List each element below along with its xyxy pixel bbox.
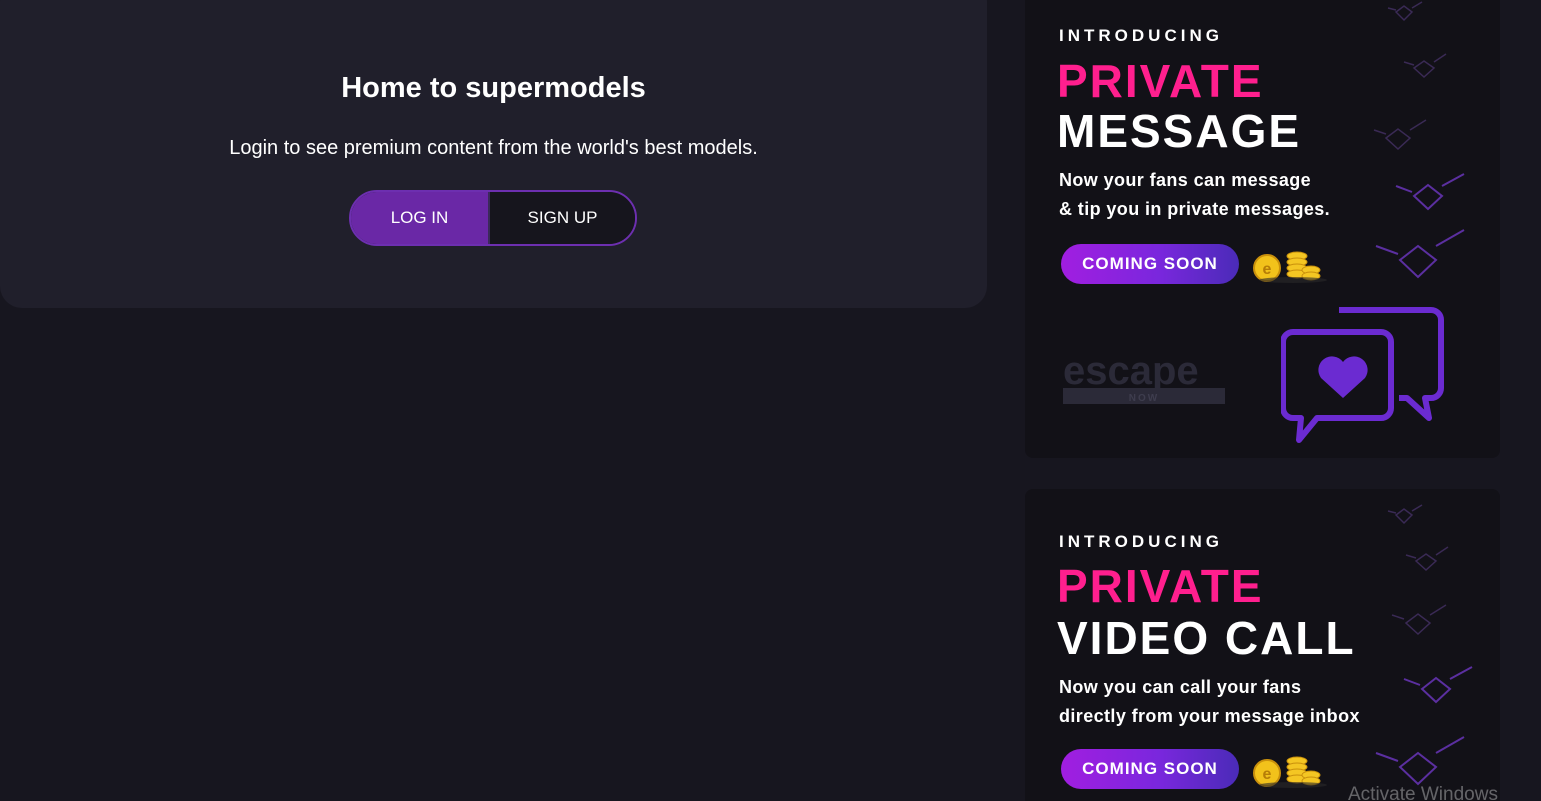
promo-desc-line1: Now your fans can message [1059,170,1312,190]
coming-soon-badge: COMING SOON [1061,749,1239,789]
os-activation-watermark: Activate Windows [1348,784,1498,801]
coming-soon-badge: COMING SOON [1061,244,1239,284]
flying-hearts-icon [1375,504,1473,786]
signup-button[interactable]: SIGN UP [488,192,635,244]
gold-coins-icon: e [1253,756,1327,788]
login-subtitle: Login to see premium content from the wo… [229,137,758,159]
svg-text:e: e [1263,261,1272,278]
gold-coins-icon: e [1253,251,1327,283]
promo-headline-pink: PRIVATE [1057,55,1264,107]
escape-logo-text: escape [1063,350,1199,393]
promo-intro: INTRODUCING [1059,532,1223,551]
page-title: Home to supermodels [341,72,646,104]
promo-desc-line1: Now you can call your fans [1059,677,1302,697]
promo-banner-private-message[interactable]: INTRODUCING PRIVATE MESSAGE Now your fan… [1025,0,1500,458]
escape-logo: escape NOW [1061,349,1229,410]
promo-headline-pink: PRIVATE [1057,560,1264,612]
promo-headline-white: VIDEO CALL [1057,612,1356,664]
promo-banner-private-video-call[interactable]: INTRODUCING PRIVATE VIDEO CALL Now you c… [1025,489,1500,801]
promo-intro: INTRODUCING [1059,26,1223,45]
login-card: Home to supermodels Login to see premium… [0,0,987,308]
svg-text:e: e [1263,766,1272,783]
promo-desc-line2: directly from your message inbox [1059,706,1360,726]
login-button[interactable]: LOG IN [351,192,488,244]
promo-headline-white: MESSAGE [1057,105,1302,157]
chat-heart-icon [1281,307,1444,443]
promo-desc-line2: & tip you in private messages. [1059,199,1331,219]
escape-logo-subtext: NOW [1129,393,1159,404]
auth-button-group: LOG IN SIGN UP [349,190,637,246]
